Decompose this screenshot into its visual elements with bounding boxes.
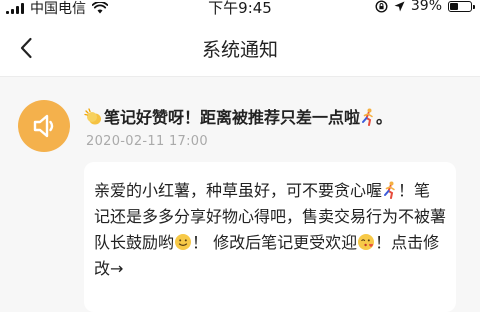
page-title: 系统通知	[201, 39, 278, 61]
message-body: 亲爱的小红薯，种草虽好，可不要贪心喔 ！笔记还是多多分享好物心得吧，售卖交易行为…	[94, 178, 446, 282]
battery-percent: 39%	[410, 0, 442, 14]
rotation-lock-icon	[375, 0, 388, 12]
message-bubble[interactable]: 亲爱的小红薯，种草虽好，可不要贪心喔 ！笔记还是多多分享好物心得吧，售卖交易行为…	[84, 162, 456, 312]
avatar	[18, 100, 70, 152]
status-right: 39%	[375, 0, 475, 14]
face-blowing-kiss-emoji	[358, 234, 375, 250]
smiling-face-emoji	[175, 234, 192, 250]
nav-bar: 系统通知	[0, 20, 480, 77]
message-time: 2020-02-11 17:00	[86, 134, 208, 149]
status-bar: 中国电信 下午9:45 39%	[0, 0, 480, 20]
battery-icon	[448, 0, 475, 12]
location-arrow-icon	[394, 1, 405, 11]
message-body-part1: 亲爱的小红薯，种草虽好，可不要贪心喔	[94, 181, 383, 200]
message-title-text: 笔记好赞呀！距离被推荐只差一点啦	[104, 108, 361, 127]
message-body-part3: ！ 修改后笔记更受欢迎	[192, 233, 358, 252]
running-person-emoji	[384, 181, 395, 199]
clapping-hands-emoji	[84, 108, 101, 125]
battery-fill	[450, 2, 458, 10]
running-person-emoji	[362, 108, 373, 126]
message-title-end: 。	[376, 108, 393, 127]
message-title: 笔记好赞呀！距离被推荐只差一点啦 。	[84, 104, 392, 128]
speaker-icon	[33, 114, 54, 138]
notification-message[interactable]: 笔记好赞呀！距离被推荐只差一点啦 。 2020-02-11 17:00 亲爱的小…	[0, 78, 480, 312]
